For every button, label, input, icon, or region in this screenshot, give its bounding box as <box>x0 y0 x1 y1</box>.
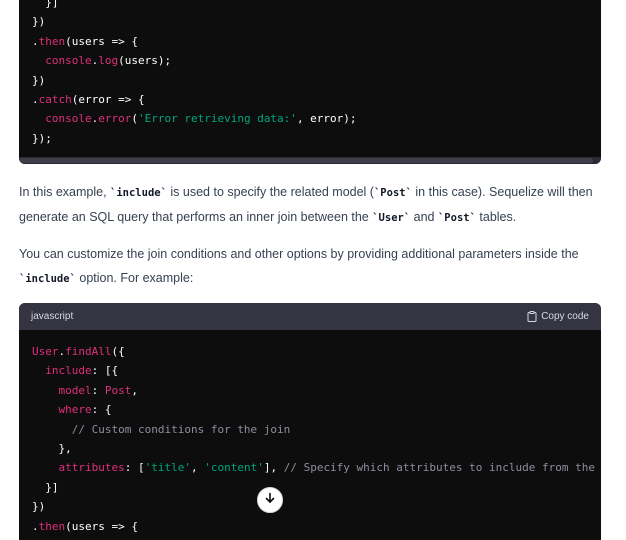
code-token: }) <box>32 73 46 87</box>
inline-code: `User` <box>372 212 411 224</box>
code-token: }); <box>32 131 52 145</box>
code-block-1: }]}) .then(users => { console.log(users);… <box>19 0 601 164</box>
code-line: where: { <box>32 400 595 419</box>
code-token: (users); <box>118 54 172 68</box>
code-token: findAll <box>65 345 112 358</box>
code-scrollbar-1[interactable] <box>19 157 601 164</box>
code-line: }); <box>32 129 357 148</box>
inline-code: `Post` <box>437 212 476 224</box>
code-line: // Custom conditions for the join <box>32 420 595 439</box>
code-line: console.error('Error retrieving data:', … <box>32 109 357 128</box>
paragraph-text: is used to specify the related model ( <box>166 185 374 199</box>
explanation-paragraph-2: You can customize the join conditions an… <box>19 242 609 291</box>
code-token: }] <box>32 480 59 494</box>
code-line: .then(users => { <box>32 517 595 536</box>
inline-code: `include` <box>19 273 76 285</box>
code-token: ({ <box>111 345 125 358</box>
code-token: model <box>58 383 92 397</box>
code-token: }) <box>32 15 46 29</box>
paragraph-text: tables. <box>475 210 517 224</box>
paragraph-text: option. For example: <box>75 271 194 285</box>
code-token: 'title' <box>144 461 191 475</box>
code-token: (users => { <box>65 519 138 533</box>
clipboard-icon <box>527 311 537 322</box>
code-token: 'content' <box>204 461 264 475</box>
code-language-label: javascript <box>31 311 74 322</box>
code-token: (users => { <box>65 34 138 48</box>
code-token: : <box>91 383 105 397</box>
inline-code: `Post` <box>373 187 412 199</box>
code-token: attributes <box>58 461 125 475</box>
code-token: error <box>98 112 132 126</box>
code-line: User.findAll({ <box>32 342 595 361</box>
code-line: model: Post, <box>32 381 595 400</box>
code-token: , <box>131 383 138 397</box>
code-token: console <box>45 112 92 126</box>
code-line: }, <box>32 439 595 458</box>
code-token: . <box>32 519 39 533</box>
scroll-to-bottom-button[interactable] <box>257 487 283 513</box>
code-token: then <box>38 34 66 48</box>
code-token: // Specify which attributes to include f… <box>283 461 595 475</box>
code-token: include <box>45 364 92 378</box>
code-token: }] <box>32 0 59 9</box>
code-token: : { <box>91 403 112 417</box>
code-token: }) <box>32 500 46 514</box>
code-token: : [{ <box>91 364 119 378</box>
code-token: where <box>58 403 92 417</box>
paragraph-text: and <box>410 210 438 224</box>
code-content-2: User.findAll({ include: [{ model: Post, … <box>32 342 595 536</box>
code-token: // Custom conditions for the join <box>71 422 291 436</box>
code-token: catch <box>38 92 72 106</box>
code-line: }] <box>32 0 357 12</box>
code-line: }) <box>32 497 595 516</box>
code-token: (error => { <box>71 92 145 106</box>
code-line: .catch(error => { <box>32 90 357 109</box>
code-token: . <box>32 92 39 106</box>
code-token: }, <box>32 441 72 455</box>
paragraph-text: In this example, <box>19 185 111 199</box>
paragraph-text: You can customize the join conditions an… <box>19 247 579 261</box>
code-block-2: javascript Copy code User.findAll({ incl… <box>19 303 601 540</box>
arrow-down-icon <box>264 491 276 509</box>
code-token: 'Error retrieving data:' <box>137 112 297 126</box>
code-line: include: [{ <box>32 361 595 380</box>
code-token: ], <box>263 461 284 475</box>
code-token: then <box>38 519 66 533</box>
code-content-1: }]}) .then(users => { console.log(users);… <box>32 0 357 148</box>
code-token: console <box>45 54 92 68</box>
code-token: , <box>190 461 205 475</box>
code-line: }] <box>32 478 595 497</box>
code-token: User <box>32 345 59 358</box>
copy-code-label: Copy code <box>541 311 589 322</box>
code-token: , error); <box>296 112 357 126</box>
code-line: attributes: ['title', 'content'], // Spe… <box>32 458 595 477</box>
copy-code-button[interactable]: Copy code <box>527 311 589 322</box>
code-block-header: javascript Copy code <box>19 303 601 330</box>
code-line: console.log(users); <box>32 51 357 70</box>
code-token: log <box>98 54 119 68</box>
scrollbar-thumb[interactable] <box>19 158 593 163</box>
code-token: ( <box>131 112 138 126</box>
code-token: Post <box>104 383 132 397</box>
code-token: . <box>32 34 39 48</box>
explanation-paragraph-1: In this example, `include` is used to sp… <box>19 180 609 230</box>
code-line: }) <box>32 71 357 90</box>
inline-code: `include` <box>110 187 167 199</box>
code-line: }) <box>32 12 357 31</box>
code-token: : [ <box>124 461 145 475</box>
code-line: .then(users => { <box>32 32 357 51</box>
